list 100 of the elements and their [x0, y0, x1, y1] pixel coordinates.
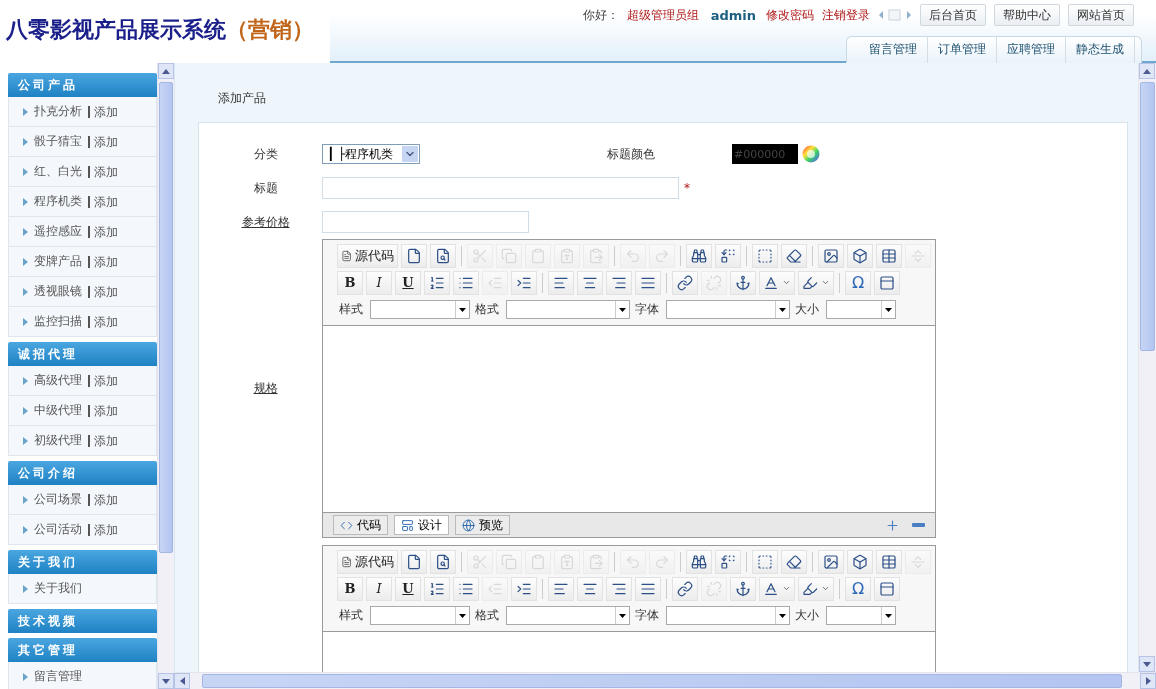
sidebar-link[interactable]: 遥控感应 [34, 223, 82, 240]
toolbar-button[interactable] [686, 243, 713, 268]
up-arrow-icon[interactable] [1143, 68, 1151, 74]
toolbar-button[interactable] [606, 270, 632, 295]
title-input[interactable] [322, 177, 679, 199]
toolbar-button[interactable] [781, 549, 808, 574]
up-arrow-icon[interactable] [162, 68, 170, 74]
toolbar-button[interactable] [606, 576, 632, 601]
sidebar-link[interactable]: 程序机类 [34, 193, 82, 210]
toolbar-button[interactable] [672, 270, 698, 295]
add-link[interactable]: 添加 [88, 315, 118, 328]
toolbar-button[interactable] [730, 576, 756, 601]
format-button[interactable]: I [366, 270, 392, 295]
add-link[interactable]: 添加 [88, 434, 118, 447]
sidebar-link[interactable]: 初级代理 [34, 432, 82, 449]
sidebar-link[interactable]: 红、白光 [34, 163, 82, 180]
toolbar-button[interactable] [424, 270, 450, 295]
toolbar-button[interactable] [759, 270, 795, 295]
sidebar-link[interactable]: 关于我们 [34, 580, 82, 597]
down-arrow-icon[interactable] [1143, 661, 1151, 667]
sidebar-link[interactable]: 骰子猜宝 [34, 133, 82, 150]
add-link[interactable]: 添加 [88, 285, 118, 298]
sidebar-link[interactable]: 监控扫描 [34, 313, 82, 330]
header-button[interactable]: 后台首页 [920, 4, 986, 26]
sidebar-link[interactable]: 公司场景 [34, 491, 82, 508]
toolbar-button[interactable] [798, 576, 834, 601]
toolbar-button[interactable] [715, 549, 742, 574]
dropdown-field[interactable] [506, 606, 630, 625]
sidebar-link[interactable]: 中级代理 [34, 402, 82, 419]
dropdown-field[interactable] [826, 300, 896, 319]
sidebar-link[interactable]: 留言管理 [34, 668, 82, 685]
add-link[interactable]: 添加 [88, 225, 118, 238]
category-select[interactable]: ┃ ├程序机类 [322, 144, 420, 164]
toolbar-button[interactable] [430, 549, 457, 574]
left-arrow-icon[interactable] [179, 677, 185, 685]
toolbar-button[interactable] [876, 243, 902, 268]
toolbar-button[interactable] [548, 270, 574, 295]
down-arrow-icon[interactable] [162, 678, 170, 684]
toolbar-button[interactable] [730, 270, 756, 295]
mode-tab[interactable]: 预览 [455, 515, 510, 535]
toolbar-button[interactable] [511, 270, 537, 295]
sidebar-link[interactable]: 公司活动 [34, 521, 82, 538]
scrollbar[interactable] [157, 63, 174, 689]
color-wheel-icon[interactable] [802, 145, 820, 163]
toolbar-button[interactable] [430, 243, 457, 268]
dropdown-field[interactable] [666, 300, 790, 319]
toolbar-button[interactable] [424, 576, 450, 601]
add-link[interactable]: 添加 [88, 105, 118, 118]
right-arrow-icon[interactable] [1145, 677, 1151, 685]
toolbar-button[interactable] [847, 243, 873, 268]
add-link[interactable]: 添加 [88, 255, 118, 268]
sidebar-link[interactable]: 透视眼镜 [34, 283, 82, 300]
sidebar-link[interactable]: 变牌产品 [34, 253, 82, 270]
format-button[interactable]: Ω [845, 576, 871, 601]
add-link[interactable]: 添加 [88, 493, 118, 506]
add-link[interactable]: 添加 [88, 404, 118, 417]
toolbar-button[interactable] [577, 270, 603, 295]
dropdown-field[interactable] [506, 300, 630, 319]
toolbar-button[interactable] [715, 243, 742, 268]
toolbar-button[interactable] [759, 576, 795, 601]
toolbar-button[interactable] [577, 576, 603, 601]
format-button[interactable]: B [337, 270, 363, 295]
toolbar-button[interactable] [401, 549, 428, 574]
add-link[interactable]: 添加 [88, 135, 118, 148]
toolbar-button[interactable] [453, 576, 479, 601]
format-button[interactable]: Ω [845, 270, 871, 295]
dropdown-field[interactable] [826, 606, 896, 625]
source-code-button[interactable]: 源代码 [337, 243, 399, 268]
mode-tab[interactable]: 设计 [394, 515, 449, 535]
toolbar-button[interactable] [453, 270, 479, 295]
dropdown-field[interactable] [666, 606, 790, 625]
format-button[interactable]: U [395, 576, 421, 601]
toolbar-button[interactable] [847, 549, 873, 574]
source-code-button[interactable]: 源代码 [337, 549, 399, 574]
sidebar-link[interactable]: 扑克分析 [34, 103, 82, 120]
header-button[interactable]: 网站首页 [1068, 4, 1134, 26]
mode-tab[interactable]: 代码 [333, 515, 388, 535]
toolbar-button[interactable] [818, 243, 844, 268]
toolbar-button[interactable] [818, 549, 844, 574]
format-button[interactable]: I [366, 576, 392, 601]
add-link[interactable]: 添加 [88, 195, 118, 208]
scrollbar[interactable] [174, 672, 1156, 689]
add-link[interactable]: 添加 [88, 374, 118, 387]
format-button[interactable]: U [395, 270, 421, 295]
toolbar-button[interactable] [548, 576, 574, 601]
format-button[interactable]: B [337, 576, 363, 601]
toolbar-button[interactable] [511, 576, 537, 601]
toolbar-button[interactable] [876, 549, 902, 574]
dropdown-field[interactable] [370, 300, 470, 319]
toolbar-button[interactable] [672, 576, 698, 601]
add-link[interactable]: 添加 [88, 523, 118, 536]
toolbar-button[interactable] [401, 243, 428, 268]
price-input[interactable] [322, 211, 529, 233]
toolbar-button[interactable] [686, 549, 713, 574]
scrollbar[interactable] [1138, 63, 1156, 672]
toolbar-button[interactable] [781, 243, 808, 268]
header-button[interactable]: 帮助中心 [994, 4, 1060, 26]
header-link[interactable]: 修改密码 [766, 6, 814, 24]
dropdown-field[interactable] [370, 606, 470, 625]
toolbar-button[interactable] [798, 270, 834, 295]
